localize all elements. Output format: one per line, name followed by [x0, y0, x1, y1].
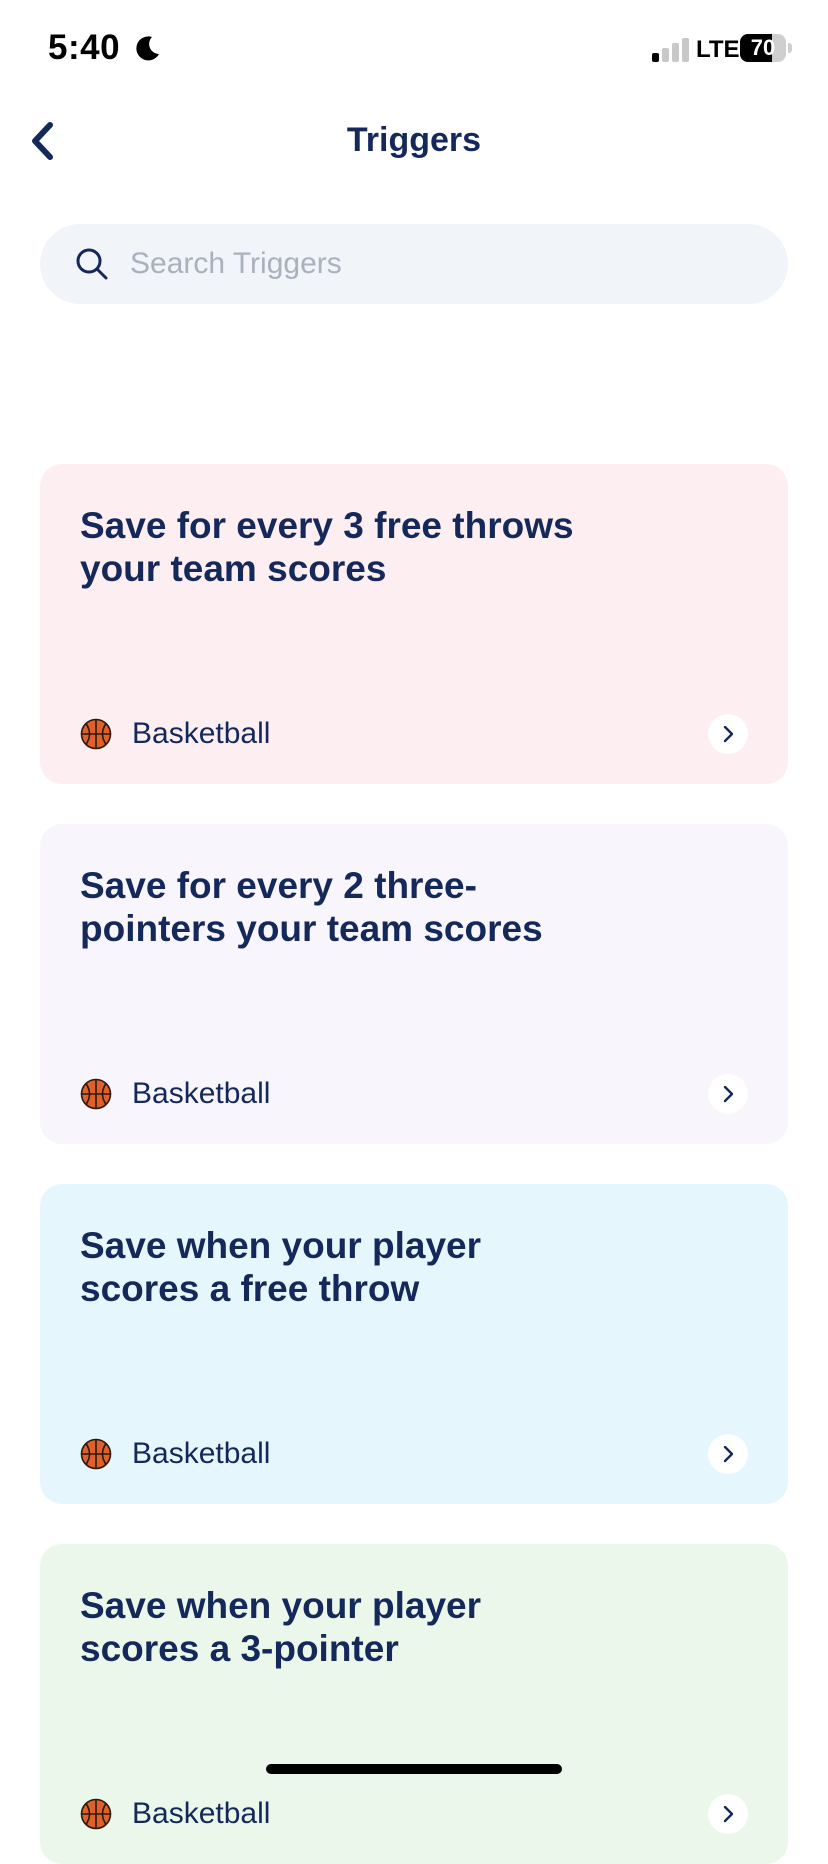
- basketball-icon: [80, 1798, 112, 1830]
- status-time: 5:40: [48, 28, 121, 67]
- home-indicator: [266, 1764, 562, 1774]
- trigger-sport: Basketball: [80, 1796, 270, 1832]
- sport-label: Basketball: [132, 717, 271, 750]
- trigger-title: Save for every 2 three-pointers your tea…: [80, 865, 543, 949]
- chevron-right-icon: [723, 725, 734, 743]
- trigger-card[interactable]: Save for every 3 free throws your team s…: [40, 464, 788, 784]
- sport-label: Basketball: [132, 1437, 271, 1470]
- battery-icon: 70: [740, 34, 792, 62]
- battery-percentage: 70: [750, 35, 776, 60]
- network-type-label: LTE: [696, 36, 740, 63]
- trigger-card[interactable]: Save when your player scores a free thro…: [40, 1184, 788, 1504]
- moon-icon: [136, 36, 159, 61]
- trigger-sport: Basketball: [80, 1436, 270, 1472]
- trigger-sport: Basketball: [80, 1076, 270, 1112]
- chevron-left-icon: [32, 122, 53, 160]
- cellular-signal-icon: [652, 38, 689, 62]
- trigger-card[interactable]: Save for every 2 three-pointers your tea…: [40, 824, 788, 1144]
- open-trigger-button[interactable]: [708, 1794, 748, 1834]
- status-bar: 5:40 LTE 70: [0, 0, 828, 100]
- open-trigger-button[interactable]: [708, 714, 748, 754]
- open-trigger-button[interactable]: [708, 1434, 748, 1474]
- basketball-icon: [80, 718, 112, 750]
- back-button[interactable]: [18, 116, 68, 166]
- chevron-right-icon: [723, 1805, 734, 1823]
- trigger-title: Save for every 3 free throws your team s…: [80, 505, 574, 589]
- open-trigger-button[interactable]: [708, 1074, 748, 1114]
- navigation-bar: Triggers: [0, 100, 828, 180]
- search-bar[interactable]: [40, 224, 788, 304]
- page-title: Triggers: [346, 121, 482, 159]
- search-icon: [76, 248, 108, 280]
- sport-label: Basketball: [132, 1797, 271, 1830]
- chevron-right-icon: [723, 1445, 734, 1463]
- trigger-title: Save when your player scores a free thro…: [80, 1225, 482, 1309]
- chevron-right-icon: [723, 1085, 734, 1103]
- basketball-icon: [80, 1438, 112, 1470]
- sport-label: Basketball: [132, 1077, 271, 1110]
- search-input[interactable]: [130, 224, 750, 304]
- trigger-title: Save when your player scores a 3-pointer: [80, 1585, 482, 1669]
- trigger-card[interactable]: Save when your player scores a 3-pointer…: [40, 1544, 788, 1864]
- trigger-sport: Basketball: [80, 716, 270, 752]
- basketball-icon: [80, 1078, 112, 1110]
